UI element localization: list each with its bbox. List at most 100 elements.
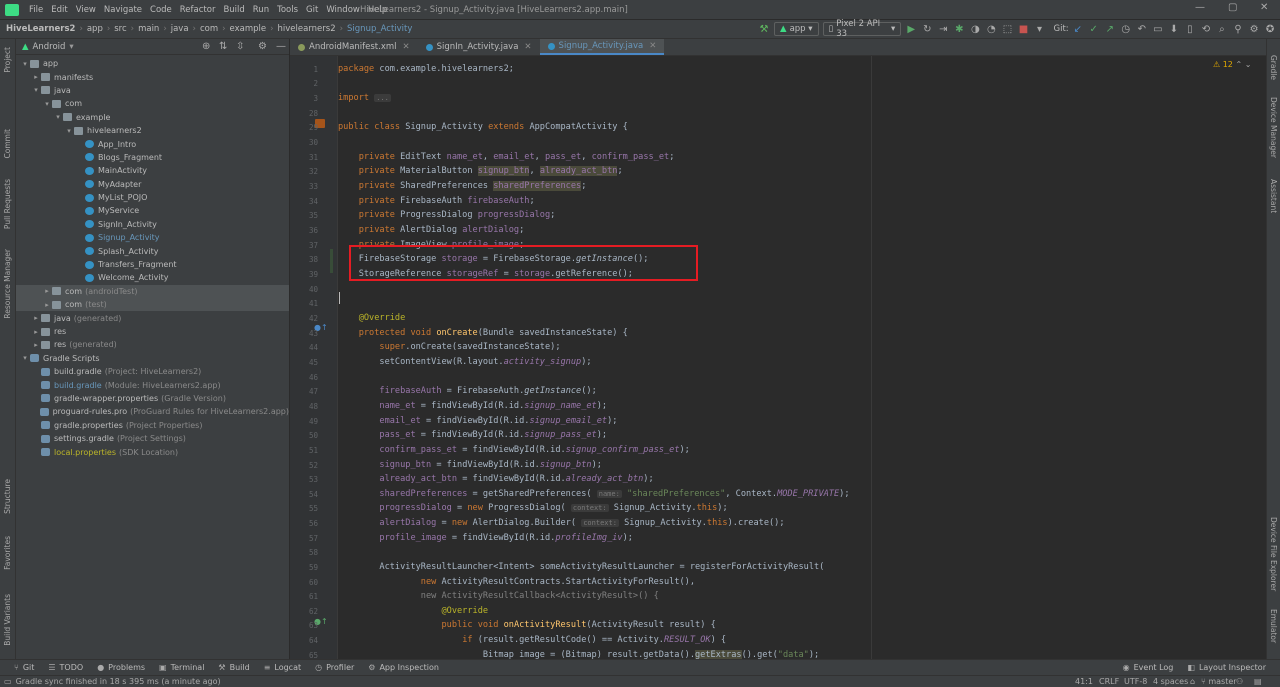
avd-manager-icon[interactable]: ▯ <box>1184 24 1196 35</box>
line-separator[interactable]: CRLF <box>1099 677 1119 686</box>
code-line[interactable]: already_act_btn = findViewById(R.id.alre… <box>338 474 653 484</box>
menu-run[interactable]: Run <box>249 5 273 15</box>
expand-arrow-icon[interactable]: ▸ <box>31 314 41 322</box>
inspector-icon[interactable]: ⌕ <box>1216 24 1228 35</box>
breadcrumb-item[interactable]: src <box>114 24 126 34</box>
tool-window-git[interactable]: ⑂ Git <box>14 663 34 672</box>
tree-item[interactable]: local.properties (SDK Location) <box>16 445 289 458</box>
settings-gear-icon[interactable]: ⚙ <box>1248 24 1260 35</box>
tool-window-app-inspection[interactable]: ⚙ App Inspection <box>368 663 439 672</box>
tree-item[interactable]: ▾ java <box>16 84 289 97</box>
tree-item[interactable]: Signup_Activity <box>16 231 289 244</box>
code-line[interactable]: private EditText name_et, email_et, pass… <box>338 152 675 162</box>
tree-item[interactable]: ▸ com (androidTest) <box>16 284 289 299</box>
expand-arrow-icon[interactable]: ▾ <box>53 113 63 121</box>
code-line[interactable]: ActivityResultLauncher<Intent> someActiv… <box>338 562 824 572</box>
panel-settings-icon[interactable]: ⚙ <box>258 41 267 52</box>
tree-item[interactable]: MyService <box>16 204 289 217</box>
menu-navigate[interactable]: Navigate <box>100 5 146 15</box>
stripe-assistant[interactable]: Assistant <box>1269 179 1278 213</box>
code-line[interactable]: public void onActivityResult(ActivityRes… <box>338 620 715 630</box>
tree-item[interactable]: MyList_POJO <box>16 191 289 204</box>
stripe-build-variants[interactable]: Build Variants <box>3 594 12 646</box>
close-icon[interactable]: ✕ <box>1260 2 1268 13</box>
tree-item[interactable]: ▾ example <box>16 111 289 124</box>
tool-window-profiler[interactable]: ◷ Profiler <box>315 663 354 672</box>
tree-item[interactable]: Welcome_Activity <box>16 271 289 284</box>
breadcrumb-item[interactable]: example <box>230 24 267 34</box>
expand-arrow-icon[interactable]: ▾ <box>31 86 41 94</box>
stripe-commit[interactable]: Commit <box>3 129 12 158</box>
warnings-indicator[interactable]: ⚠ 12 ⌃ ⌄ <box>1213 60 1251 69</box>
stripe-pull-requests[interactable]: Pull Requests <box>3 179 12 229</box>
editor-tab[interactable]: Signup_Activity.java ✕ <box>539 39 665 55</box>
code-line[interactable]: setContentView(R.layout.activity_signup)… <box>338 357 591 367</box>
code-line[interactable]: @Override <box>338 606 488 616</box>
dropdown-arrow-icon[interactable]: ▾ <box>1034 24 1046 35</box>
menu-git[interactable]: Git <box>302 5 322 15</box>
code-line[interactable]: protected void onCreate(Bundle savedInst… <box>338 328 628 338</box>
code-line[interactable]: import ... <box>338 93 391 103</box>
close-tab-icon[interactable]: ✕ <box>403 42 410 52</box>
tool-window-terminal[interactable]: ▣ Terminal <box>159 663 204 672</box>
menu-code[interactable]: Code <box>146 5 176 15</box>
close-tab-icon[interactable]: ✕ <box>649 41 656 51</box>
code-line[interactable]: private FirebaseAuth firebaseAuth; <box>338 196 535 206</box>
coverage-icon[interactable]: ◑ <box>969 24 981 35</box>
code-line[interactable]: pass_et = findViewById(R.id.signup_pass_… <box>338 430 607 440</box>
code-line[interactable]: public class Signup_Activity extends App… <box>338 122 628 132</box>
code-line[interactable]: private SharedPreferences sharedPreferen… <box>338 181 586 191</box>
maximize-icon[interactable]: ▢ <box>1228 2 1237 13</box>
expand-arrow-icon[interactable]: ▸ <box>42 301 52 309</box>
hide-panel-icon[interactable]: — <box>276 41 286 52</box>
code-line[interactable]: confirm_pass_et = findViewById(R.id.sign… <box>338 445 689 455</box>
tree-item[interactable]: SignIn_Activity <box>16 218 289 231</box>
tree-item[interactable]: build.gradle (Project: HiveLearners2) <box>16 365 289 378</box>
search-icon[interactable]: ⚲ <box>1232 24 1244 35</box>
code-line[interactable]: Bitmap image = (Bitmap) result.getData()… <box>338 650 819 659</box>
tool-window-build[interactable]: ⚒ Build <box>218 663 249 672</box>
expand-arrow-icon[interactable]: ▾ <box>20 60 30 68</box>
stripe-structure[interactable]: Structure <box>3 479 12 514</box>
tree-item[interactable]: build.gradle (Module: HiveLearners2.app) <box>16 378 289 391</box>
breadcrumb-item[interactable]: java <box>171 24 189 34</box>
tree-item[interactable]: Splash_Activity <box>16 244 289 257</box>
code-line[interactable]: new ActivityResultContracts.StartActivit… <box>338 577 695 587</box>
menu-tools[interactable]: Tools <box>273 5 302 15</box>
editor-tab[interactable]: AndroidManifest.xml ✕ <box>290 39 418 55</box>
menu-refactor[interactable]: Refactor <box>176 5 220 15</box>
status-icon[interactable]: ▭ <box>4 677 12 686</box>
git-push-icon[interactable]: ↗ <box>1104 24 1116 35</box>
tree-item[interactable]: settings.gradle (Project Settings) <box>16 432 289 445</box>
code-line[interactable]: private AlertDialog alertDialog; <box>338 225 525 235</box>
locate-icon[interactable]: ⊕ <box>202 41 210 52</box>
expand-arrow-icon[interactable]: ▸ <box>42 287 52 295</box>
code-line[interactable]: alertDialog = new AlertDialog.Builder( c… <box>338 518 784 528</box>
code-line[interactable]: private ProgressDialog progressDialog; <box>338 210 556 220</box>
sdk-manager-icon[interactable]: ⬇ <box>1168 24 1180 35</box>
tree-item[interactable]: ▾ hivelearners2 <box>16 124 289 137</box>
code-editor[interactable]: package com.example.hivelearners2; import… <box>338 56 1266 659</box>
tree-item[interactable]: ▸ java (generated) <box>16 311 289 324</box>
tool-window-event-log[interactable]: ◉ Event Log <box>1123 663 1174 672</box>
stripe-project[interactable]: Project <box>3 47 12 73</box>
code-line[interactable]: new ActivityResultCallback<ActivityResul… <box>338 591 659 601</box>
expand-arrow-icon[interactable]: ▾ <box>20 354 30 362</box>
code-line[interactable]: firebaseAuth = FirebaseAuth.getInstance(… <box>338 386 596 396</box>
tree-item[interactable]: proguard-rules.pro (ProGuard Rules for Hi… <box>16 405 289 418</box>
apply-code-changes-icon[interactable]: ⇥ <box>937 24 949 35</box>
breadcrumb-item[interactable]: HiveLearners2 <box>6 24 75 34</box>
tree-item[interactable]: ▾ app <box>16 57 289 70</box>
tree-item[interactable]: ▾ com <box>16 97 289 110</box>
expand-arrow-icon[interactable]: ▸ <box>31 73 41 81</box>
code-line[interactable]: progressDialog = new ProgressDialog( con… <box>338 503 727 513</box>
code-line[interactable]: if (result.getResultCode() == Activity.R… <box>338 635 726 645</box>
code-line[interactable]: package com.example.hivelearners2; <box>338 64 514 74</box>
tree-item[interactable]: MainActivity <box>16 164 289 177</box>
memory-icon[interactable]: ▤ <box>1254 677 1262 686</box>
code-line[interactable]: sharedPreferences = getSharedPreferences… <box>338 489 849 499</box>
run-icon[interactable]: ▶ <box>905 24 917 35</box>
code-line[interactable]: @Override <box>338 313 406 323</box>
tree-item[interactable]: Blogs_Fragment <box>16 151 289 164</box>
breadcrumb-item[interactable]: hivelearners2 <box>278 24 336 34</box>
